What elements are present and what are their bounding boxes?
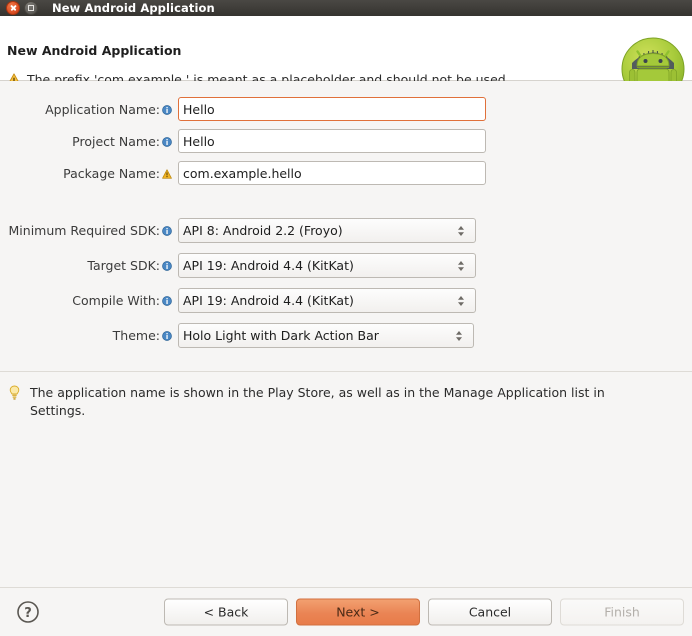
info-icon[interactable] <box>162 136 172 147</box>
back-button[interactable]: < Back <box>164 598 288 626</box>
label-wrap-theme: Theme: <box>0 328 172 343</box>
field-row-application-name: Application Name: <box>0 97 486 121</box>
package-name-input[interactable] <box>178 161 486 185</box>
label-application-name: Application Name: <box>45 101 160 117</box>
window-titlebar: New Android Application <box>0 0 692 16</box>
label-compile-with: Compile With: <box>72 293 160 308</box>
label-target-sdk: Target SDK: <box>87 258 160 273</box>
svg-text:?: ? <box>24 606 32 621</box>
close-icon[interactable] <box>6 1 20 15</box>
page-title: New Android Application <box>7 43 182 58</box>
info-icon[interactable] <box>162 104 172 115</box>
field-row-minimum-sdk: Minimum Required SDK: API 8: Android 2.2… <box>0 218 476 243</box>
label-wrap-target-sdk: Target SDK: <box>0 258 172 273</box>
spinner-updown-icon[interactable] <box>455 293 467 309</box>
cancel-button[interactable]: Cancel <box>428 598 552 626</box>
theme-dropdown[interactable]: Holo Light with Dark Action Bar <box>178 323 474 348</box>
window-title: New Android Application <box>52 1 215 15</box>
minimum-sdk-dropdown[interactable]: API 8: Android 2.2 (Froyo) <box>178 218 476 243</box>
dialog-header: New Android Application The prefix 'com.… <box>0 16 692 101</box>
target-sdk-value: API 19: Android 4.4 (KitKat) <box>183 258 354 273</box>
project-name-input[interactable] <box>178 129 486 153</box>
form-area: Application Name: Project Name: <box>0 81 692 587</box>
theme-value: Holo Light with Dark Action Bar <box>183 328 379 343</box>
footer-button-group: < Back Next > Cancel Finish <box>164 598 684 626</box>
new-android-application-dialog: New Android Application New Android Appl… <box>0 0 692 636</box>
label-project-name: Project Name: <box>72 133 160 149</box>
finish-button: Finish <box>560 598 684 626</box>
spinner-updown-icon[interactable] <box>455 223 467 239</box>
info-icon[interactable] <box>162 261 172 271</box>
tip-text: The application name is shown in the Pla… <box>30 385 605 418</box>
label-wrap-compile-with: Compile With: <box>0 293 172 308</box>
info-icon[interactable] <box>162 226 172 236</box>
field-row-compile-with: Compile With: API 19: Android 4.4 (KitKa… <box>0 288 476 313</box>
dialog-footer: ? < Back Next > Cancel Finish <box>0 588 692 636</box>
label-wrap-application-name: Application Name: <box>0 102 172 117</box>
label-minimum-sdk: Minimum Required SDK: <box>8 223 160 238</box>
minimum-sdk-value: API 8: Android 2.2 (Froyo) <box>183 223 343 238</box>
label-theme: Theme: <box>112 328 160 343</box>
tip-row: The application name is shown in the Pla… <box>8 384 662 420</box>
field-row-package-name: Package Name: <box>0 161 486 185</box>
compile-with-value: API 19: Android 4.4 (KitKat) <box>183 293 354 308</box>
tip-separator <box>0 371 692 372</box>
lightbulb-icon <box>9 385 20 400</box>
field-row-project-name: Project Name: <box>0 129 486 153</box>
spinner-updown-icon[interactable] <box>453 328 465 344</box>
label-package-name: Package Name: <box>63 165 160 181</box>
warning-icon[interactable] <box>162 168 172 179</box>
application-name-input[interactable] <box>178 97 486 121</box>
label-wrap-minimum-sdk: Minimum Required SDK: <box>0 223 172 238</box>
label-wrap-project-name: Project Name: <box>0 134 172 149</box>
next-button[interactable]: Next > <box>296 598 420 626</box>
label-wrap-package-name: Package Name: <box>0 166 172 181</box>
field-row-target-sdk: Target SDK: API 19: Android 4.4 (KitKat) <box>0 253 476 278</box>
spinner-updown-icon[interactable] <box>455 258 467 274</box>
compile-with-dropdown[interactable]: API 19: Android 4.4 (KitKat) <box>178 288 476 313</box>
info-icon[interactable] <box>162 331 172 341</box>
field-row-theme: Theme: Holo Light with Dark Action Bar <box>0 323 474 348</box>
maximize-icon[interactable] <box>24 1 38 15</box>
help-question-icon[interactable]: ? <box>16 600 40 624</box>
target-sdk-dropdown[interactable]: API 19: Android 4.4 (KitKat) <box>178 253 476 278</box>
info-icon[interactable] <box>162 296 172 306</box>
